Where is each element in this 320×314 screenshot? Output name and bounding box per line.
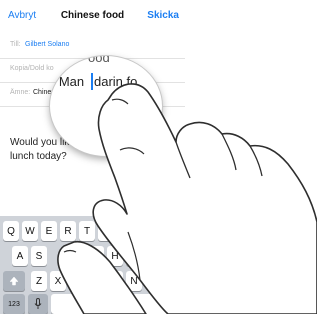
magnifier-top-fragment: ood [88, 56, 110, 65]
cc-label: Kopia/Dold ko [10, 65, 54, 72]
key-r[interactable]: R [60, 221, 76, 241]
dictation-key[interactable] [28, 294, 48, 314]
key-a[interactable]: A [12, 246, 28, 266]
keyboard: Q W E R T Y U A S G H J Z X B N 123 [0, 216, 185, 314]
send-button[interactable]: Skicka [147, 10, 179, 21]
key-y[interactable]: Y [98, 221, 114, 241]
key-j[interactable]: J [126, 246, 142, 266]
key-w[interactable]: W [22, 221, 38, 241]
numbers-key[interactable]: 123 [3, 294, 25, 314]
text-cursor [91, 73, 93, 90]
text-magnifier-loupe: ood e Man darin fo [50, 56, 162, 156]
body-line-2: lunch today? [10, 151, 67, 162]
key-u[interactable]: U [117, 221, 133, 241]
key-s[interactable]: S [31, 246, 47, 266]
key-h[interactable]: H [107, 246, 123, 266]
key-e[interactable]: E [41, 221, 57, 241]
key-x[interactable]: X [50, 271, 66, 291]
magnifier-right-fragment: darin fo [94, 74, 138, 89]
navigation-bar: Avbryt Chinese food Skicka [0, 0, 185, 30]
key-n[interactable]: N [126, 271, 142, 291]
to-label: Till: [10, 41, 21, 48]
to-recipient[interactable]: Gilbert Solano [25, 41, 69, 48]
key-t[interactable]: T [79, 221, 95, 241]
shift-arrow-icon [9, 276, 19, 286]
key-g[interactable]: G [88, 246, 104, 266]
key-b[interactable]: B [107, 271, 123, 291]
key-z[interactable]: Z [31, 271, 47, 291]
space-key[interactable] [51, 294, 182, 314]
key-q[interactable]: Q [3, 221, 19, 241]
subject-label: Ämne: [10, 89, 31, 96]
shift-key[interactable] [3, 271, 25, 291]
microphone-icon [34, 298, 42, 309]
magnifier-left-fragment: e Man [50, 74, 85, 89]
mail-compose-screen: Avbryt Chinese food Skicka Till: Gilbert… [0, 0, 185, 314]
